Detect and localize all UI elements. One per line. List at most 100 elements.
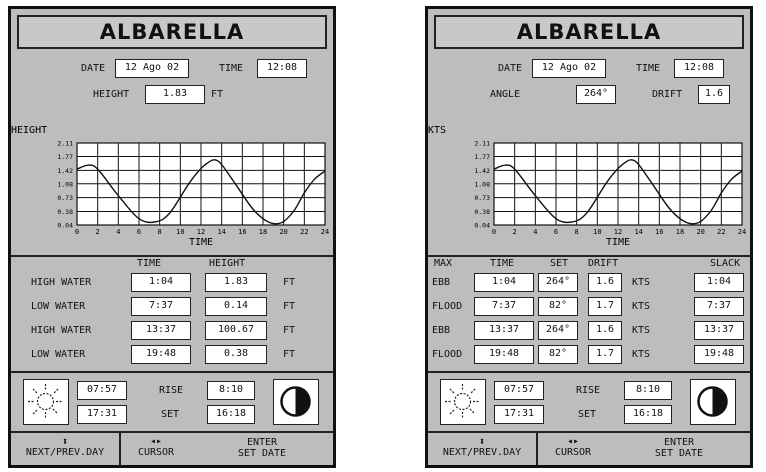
tide-height-chart: HEIGHT0 2 4 6 8 10 12 14 16 18 20 22 242.111.771.421… bbox=[11, 125, 329, 248]
current-drift-field: 1.7 bbox=[588, 345, 622, 364]
height-unit: FT bbox=[283, 301, 296, 312]
x-tick-label: 20 bbox=[696, 228, 704, 236]
next-prev-day-key[interactable]: ⬍ NEXT/PREV.DAY bbox=[428, 433, 536, 465]
height-field[interactable]: 1.83 bbox=[145, 85, 205, 104]
y-tick-label: 1.77 bbox=[57, 153, 73, 161]
left-right-arrow-icon: ◂▸ bbox=[149, 436, 163, 447]
x-tick-label: 0 bbox=[75, 228, 79, 236]
next-prev-day-key[interactable]: ⬍ NEXT/PREV.DAY bbox=[11, 433, 119, 465]
time-field[interactable]: 12:08 bbox=[674, 59, 724, 78]
tide-height-field: 0.38 bbox=[205, 345, 267, 364]
chart-xlabel: TIME bbox=[606, 237, 630, 248]
set-date-label: SET DATE bbox=[654, 448, 704, 459]
slack-time-field: 13:37 bbox=[694, 321, 744, 340]
height-unit: FT bbox=[211, 89, 224, 100]
softkey-bar: ⬍ NEXT/PREV.DAY ◂▸ CURSOR ENTER SET DATE bbox=[428, 431, 750, 465]
current-set-field: 264° bbox=[538, 273, 578, 292]
moonrise-field: 8:10 bbox=[207, 381, 255, 400]
sunrise-field: 07:57 bbox=[77, 381, 127, 400]
chart-xlabel: TIME bbox=[189, 237, 213, 248]
up-down-arrow-icon: ⬍ bbox=[61, 435, 69, 448]
y-tick-label: 1.08 bbox=[474, 180, 490, 188]
current-time-field: 7:37 bbox=[474, 297, 534, 316]
moonset-field: 16:18 bbox=[624, 405, 672, 424]
col-height-header: HEIGHT bbox=[209, 258, 246, 269]
location-title: ALBARELLA bbox=[434, 15, 744, 49]
x-tick-label: 24 bbox=[321, 228, 329, 236]
moon-phase-icon bbox=[273, 379, 319, 425]
angle-label: ANGLE bbox=[490, 89, 521, 100]
enter-set-date-key[interactable]: ENTER SET DATE bbox=[191, 433, 333, 465]
y-tick-label: 1.08 bbox=[57, 180, 73, 188]
y-tick-label: 1.42 bbox=[474, 167, 490, 175]
next-prev-day-label: NEXT/PREV.DAY bbox=[442, 447, 522, 458]
x-tick-label: 22 bbox=[300, 228, 308, 236]
slack-time-field: 7:37 bbox=[694, 297, 744, 316]
x-tick-label: 18 bbox=[676, 228, 684, 236]
height-unit: FT bbox=[283, 277, 296, 288]
angle-field[interactable]: 264° bbox=[576, 85, 616, 104]
date-field[interactable]: 12 Ago 02 bbox=[115, 59, 189, 78]
tide-height-screen: ALBARELLA DATE 12 Ago 02 TIME 12:08 HEIG… bbox=[8, 6, 336, 468]
location-title: ALBARELLA bbox=[17, 15, 327, 49]
x-tick-label: 8 bbox=[575, 228, 579, 236]
speed-unit: KTS bbox=[632, 277, 651, 288]
current-type-label: FLOOD bbox=[432, 301, 463, 312]
time-label: TIME bbox=[219, 63, 244, 74]
current-type-label: FLOOD bbox=[432, 349, 463, 360]
tide-time-field: 13:37 bbox=[131, 321, 191, 340]
x-tick-label: 12 bbox=[614, 228, 622, 236]
x-tick-label: 16 bbox=[655, 228, 663, 236]
height-label: HEIGHT bbox=[93, 89, 130, 100]
enter-label: ENTER bbox=[663, 437, 695, 448]
left-right-arrow-icon: ◂▸ bbox=[566, 436, 580, 447]
time-field[interactable]: 12:08 bbox=[257, 59, 307, 78]
softkey-bar: ⬍ NEXT/PREV.DAY ◂▸ CURSOR ENTER SET DATE bbox=[11, 431, 333, 465]
cursor-key[interactable]: ◂▸ CURSOR bbox=[538, 433, 608, 465]
x-tick-label: 16 bbox=[238, 228, 246, 236]
slack-time-field: 1:04 bbox=[694, 273, 744, 292]
y-tick-label: 1.42 bbox=[57, 167, 73, 175]
tide-event-label: HIGH WATER bbox=[31, 277, 92, 288]
tide-height-field: 1.83 bbox=[205, 273, 267, 292]
moonrise-field: 8:10 bbox=[624, 381, 672, 400]
cursor-label: CURSOR bbox=[554, 447, 592, 458]
col-time-header: TIME bbox=[137, 258, 162, 269]
x-tick-label: 8 bbox=[158, 228, 162, 236]
x-tick-label: 20 bbox=[279, 228, 287, 236]
speed-unit: KTS bbox=[632, 325, 651, 336]
sun-icon bbox=[23, 379, 69, 425]
moonrise-label: RISE bbox=[576, 385, 601, 396]
x-tick-label: 14 bbox=[217, 228, 225, 236]
y-tick-label: 0.73 bbox=[57, 194, 73, 202]
tide-time-field: 7:37 bbox=[131, 297, 191, 316]
y-tick-label: 1.77 bbox=[474, 153, 490, 161]
sun-icon bbox=[440, 379, 486, 425]
x-tick-label: 10 bbox=[593, 228, 601, 236]
current-set-field: 82° bbox=[538, 297, 578, 316]
cursor-key[interactable]: ◂▸ CURSOR bbox=[121, 433, 191, 465]
x-tick-label: 4 bbox=[533, 228, 537, 236]
moonset-label: SET bbox=[161, 409, 180, 420]
moonset-field: 16:18 bbox=[207, 405, 255, 424]
drift-field[interactable]: 1.6 bbox=[698, 85, 730, 104]
set-date-label: SET DATE bbox=[237, 448, 287, 459]
tidal-current-screen: ALBARELLA DATE 12 Ago 02 TIME 12:08 ANGL… bbox=[425, 6, 753, 468]
y-tick-label: 0.04 bbox=[474, 222, 490, 230]
current-set-field: 82° bbox=[538, 345, 578, 364]
x-tick-label: 6 bbox=[137, 228, 141, 236]
x-tick-label: 14 bbox=[634, 228, 642, 236]
y-tick-label: 0.38 bbox=[57, 208, 73, 216]
tide-event-label: LOW WATER bbox=[31, 301, 86, 312]
tide-height-field: 100.67 bbox=[205, 321, 267, 340]
height-unit: FT bbox=[283, 325, 296, 336]
next-prev-day-label: NEXT/PREV.DAY bbox=[25, 447, 105, 458]
divider bbox=[428, 255, 750, 257]
up-down-arrow-icon: ⬍ bbox=[478, 435, 486, 448]
date-field[interactable]: 12 Ago 02 bbox=[532, 59, 606, 78]
tide-event-label: LOW WATER bbox=[31, 349, 86, 360]
x-tick-label: 2 bbox=[513, 228, 517, 236]
enter-set-date-key[interactable]: ENTER SET DATE bbox=[608, 433, 750, 465]
col-time-header: TIME bbox=[490, 258, 515, 269]
y-tick-label: 2.11 bbox=[474, 140, 490, 148]
